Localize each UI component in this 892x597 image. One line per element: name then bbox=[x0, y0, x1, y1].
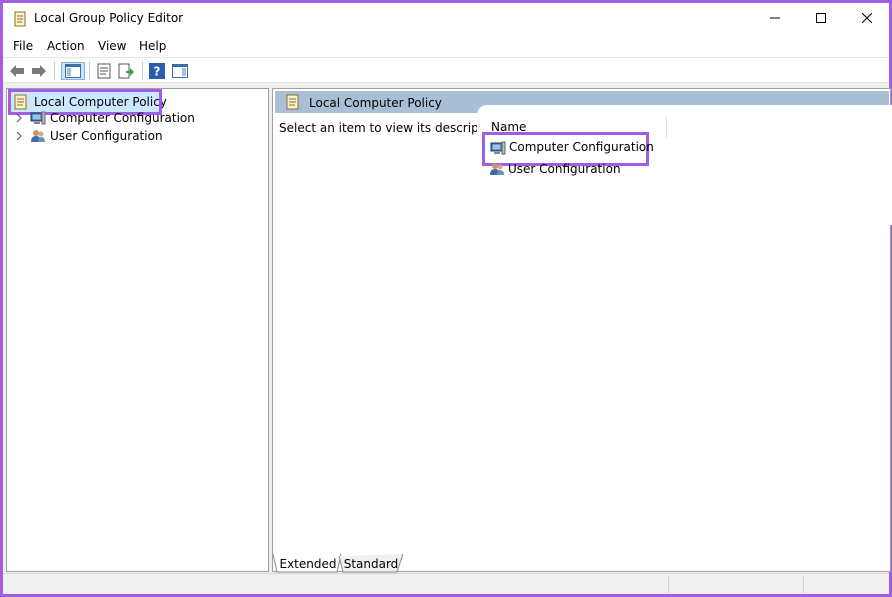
computer-icon bbox=[30, 110, 46, 126]
list-item-user-configuration[interactable]: User Configuration bbox=[489, 161, 621, 177]
export-list-icon[interactable] bbox=[117, 62, 135, 80]
minimize-button[interactable] bbox=[752, 3, 798, 33]
show-hide-action-pane-icon[interactable] bbox=[171, 62, 189, 80]
status-cell bbox=[668, 576, 803, 593]
menu-file[interactable]: File bbox=[13, 39, 33, 53]
status-cell bbox=[803, 576, 889, 593]
tree-item-label: Computer Configuration bbox=[50, 111, 195, 125]
back-arrow-icon[interactable] bbox=[8, 62, 26, 80]
properties-icon[interactable] bbox=[95, 62, 113, 80]
tree-item-user-configuration[interactable]: User Configuration bbox=[13, 127, 163, 145]
menu-action[interactable]: Action bbox=[47, 39, 85, 53]
policy-scroll-icon bbox=[13, 11, 27, 27]
chevron-right-icon[interactable] bbox=[13, 112, 25, 124]
policy-scroll-icon bbox=[285, 94, 301, 110]
column-divider[interactable] bbox=[666, 116, 667, 138]
app-window: Local Group Policy Editor File Action Vi… bbox=[0, 0, 892, 597]
window-title: Local Group Policy Editor bbox=[34, 11, 184, 25]
status-bar bbox=[3, 573, 889, 594]
close-button[interactable] bbox=[844, 3, 890, 33]
maximize-button[interactable] bbox=[798, 3, 844, 33]
tab-standard[interactable]: Standard bbox=[343, 554, 399, 574]
policy-scroll-icon bbox=[13, 94, 29, 110]
chevron-right-icon[interactable] bbox=[13, 130, 25, 142]
list-item-label: User Configuration bbox=[508, 162, 621, 176]
tab-extended[interactable]: Extended bbox=[279, 554, 337, 574]
show-hide-console-tree-icon[interactable] bbox=[61, 62, 85, 80]
details-pane: Local Computer Policy Select an item to … bbox=[272, 88, 892, 572]
toolbar: ? bbox=[3, 57, 889, 83]
tree-item-label: User Configuration bbox=[50, 129, 163, 143]
menu-help[interactable]: Help bbox=[139, 39, 166, 53]
users-icon bbox=[489, 161, 505, 177]
console-tree-pane: Local Computer Policy Computer Configura… bbox=[6, 88, 269, 572]
details-header-title: Local Computer Policy bbox=[309, 96, 442, 110]
computer-icon bbox=[490, 140, 506, 156]
menu-bar: File Action View Help bbox=[3, 35, 889, 57]
svg-text:?: ? bbox=[154, 65, 161, 79]
help-icon[interactable]: ? bbox=[148, 62, 166, 80]
forward-arrow-icon[interactable] bbox=[30, 62, 48, 80]
title-bar: Local Group Policy Editor bbox=[3, 3, 889, 35]
menu-view[interactable]: View bbox=[98, 39, 126, 53]
tree-root-label: Local Computer Policy bbox=[34, 95, 167, 109]
description-text: Select an item to view its description. bbox=[279, 121, 506, 135]
tree-item-computer-configuration[interactable]: Computer Configuration bbox=[13, 109, 195, 127]
users-icon bbox=[30, 128, 46, 144]
list-item-label: Computer Configuration bbox=[509, 140, 654, 154]
